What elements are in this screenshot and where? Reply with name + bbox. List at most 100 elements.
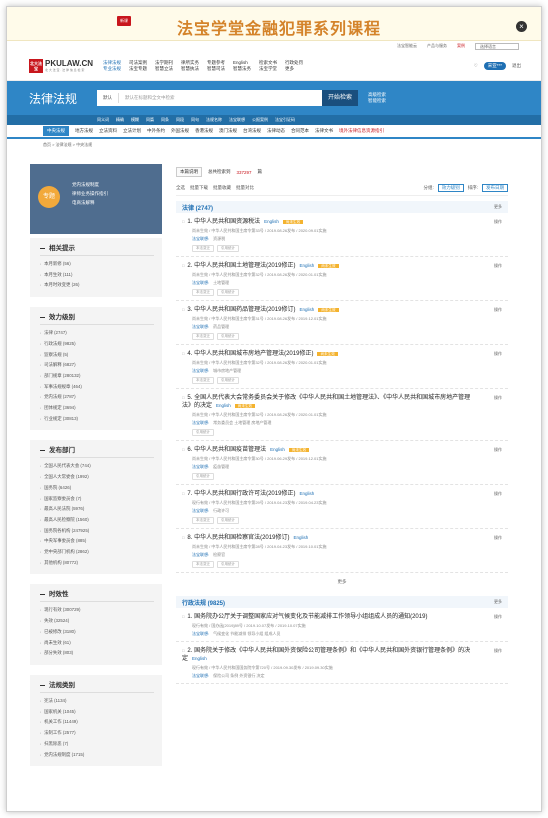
nav-item-laws[interactable]: 法律法规 专业法规 — [103, 60, 121, 72]
group-select[interactable]: 效力级别 — [437, 183, 464, 192]
tab-treaties[interactable]: 中外条约 — [147, 128, 165, 134]
tag-button[interactable]: 引用统计 — [217, 561, 239, 568]
english-link[interactable]: English — [299, 263, 314, 268]
row-ops-menu[interactable]: 操作 — [494, 351, 502, 357]
nav-item-english[interactable]: English 智慧法务 — [233, 60, 251, 72]
nav-item-cases[interactable]: 司法案例 法宝专题 — [129, 60, 147, 72]
smart-search-link[interactable]: 智能检索 — [368, 98, 386, 104]
doc-note-button[interactable]: 本篇说明 — [176, 167, 202, 177]
option-same-para[interactable]: 同段 — [176, 117, 184, 123]
toplink-products[interactable]: 产品与服务 — [427, 43, 447, 49]
tag-button[interactable]: 本法变迁 — [192, 517, 214, 524]
tab-news[interactable]: 法律动态 — [267, 128, 285, 134]
group-more-link[interactable]: 更多 — [494, 599, 502, 605]
row-ops-menu[interactable]: 操作 — [494, 219, 502, 225]
sidebar-item[interactable]: 尚未生效 (61) — [40, 638, 154, 649]
group-title[interactable]: 法律 (2747) — [182, 203, 213, 212]
row-ops-menu[interactable]: 操作 — [494, 307, 502, 313]
sidebar-item[interactable]: 国务院 (6426) — [40, 483, 154, 494]
toplink-cases[interactable]: 案例 — [457, 43, 465, 49]
sidebar-item[interactable]: 团体规定 (3694) — [40, 403, 154, 414]
tab-taiwan[interactable]: 台湾法规 — [243, 128, 261, 134]
language-select[interactable]: 选择语言 — [475, 42, 519, 50]
batch-favorite-button[interactable]: 批量收藏 — [213, 185, 231, 191]
close-icon[interactable]: × — [516, 21, 527, 32]
option-exact[interactable]: 精确 — [116, 117, 124, 123]
sidebar-item[interactable]: 军事法规规章 (464) — [40, 382, 154, 393]
option-same-article[interactable]: 同条 — [161, 117, 169, 123]
option-fuzzy[interactable]: 模糊 — [131, 117, 139, 123]
result-title-link[interactable]: 1. 中华人民共和国资源税法 — [187, 219, 260, 225]
tab-contract[interactable]: 合同范本 — [291, 128, 309, 134]
user-name[interactable]: 宋亚*** — [483, 61, 506, 70]
result-title-link[interactable]: 8. 中华人民共和国检察官法(2019修订) — [187, 535, 289, 541]
sidebar-item[interactable]: 已被修改 (3180) — [40, 627, 154, 638]
sidebar-item[interactable]: 最高人民法院 (5976) — [40, 504, 154, 515]
show-more-button[interactable]: 更多 — [176, 573, 508, 591]
sort-select[interactable]: 发布日期 — [482, 183, 508, 192]
option-same-sentence[interactable]: 同句 — [191, 117, 199, 123]
english-link[interactable]: English — [192, 656, 207, 661]
tag-button[interactable]: 引用统计 — [192, 429, 214, 436]
tab-foreign[interactable]: 外国法规 — [171, 128, 189, 134]
sidebar-item[interactable]: 本月时效变更 (26) — [40, 280, 154, 291]
promo-line[interactable]: 律师业务操作指引 — [72, 189, 108, 198]
sidebar-item[interactable]: 国家监察委员会 (7) — [40, 494, 154, 505]
row-ops-menu[interactable]: 操作 — [494, 447, 502, 453]
link-gazette[interactable]: 公报案例 — [252, 117, 268, 123]
tab-hk[interactable]: 香港法规 — [195, 128, 213, 134]
promo-banner[interactable]: 新课 法宝学堂金融犯罪系列课程 — [7, 7, 541, 41]
nav-item-journals[interactable]: 法学期刊 智慧立法 — [155, 60, 173, 72]
sidebar-item[interactable]: 行业规定 (30813) — [40, 414, 154, 425]
tag-button[interactable]: 引用统计 — [217, 517, 239, 524]
result-title-link[interactable]: 1. 国务院办公厅关于调整国家应对气候变化及节能减排工作领导小组组成人员的通知(… — [187, 614, 427, 620]
sidebar-item[interactable]: 宪法 (1134) — [40, 696, 154, 707]
search-button[interactable]: 开始检索 — [322, 90, 359, 106]
sidebar-item[interactable]: 中央军事委员会 (885) — [40, 536, 154, 547]
nav-item-docs[interactable]: 检索文书 法宝学堂 — [259, 60, 277, 72]
row-ops-menu[interactable]: 操作 — [494, 535, 502, 541]
tab-macau[interactable]: 澳门法规 — [219, 128, 237, 134]
row-ops-menu[interactable]: 操作 — [494, 395, 502, 401]
sidebar-item[interactable]: 本月新修 (56) — [40, 259, 154, 270]
result-title-link[interactable]: 2. 国务院关于修改《中华人民共和国外资保险公司管理条例》和《中华人民共和国外资… — [182, 648, 470, 662]
bell-icon[interactable]: ♡ — [474, 63, 478, 69]
tab-overseas[interactable]: 境外法律信息资源指引 — [339, 128, 384, 134]
promo-card[interactable]: 专题 党内法规制度 律师业务操作指引 电商法解释 — [30, 164, 162, 234]
sidebar-item[interactable]: 现行有效 (300729) — [40, 605, 154, 616]
sidebar-item[interactable]: 法制工作 (2577) — [40, 728, 154, 739]
row-ops-menu[interactable]: 操作 — [494, 263, 502, 269]
tag-button[interactable]: 本法变迁 — [192, 333, 214, 340]
option-same-doc[interactable]: 同篇 — [146, 117, 154, 123]
promo-line[interactable]: 党内法规制度 — [72, 180, 108, 189]
link-law-name[interactable]: 法规名称 — [206, 117, 222, 123]
group-title[interactable]: 行政法规 (9825) — [182, 598, 225, 607]
tag-button[interactable]: 引用统计 — [217, 289, 239, 296]
toplink-cloud[interactable]: 法宝智能云 — [397, 43, 417, 49]
row-ops-menu[interactable]: 操作 — [494, 648, 502, 654]
nav-item-practice[interactable]: 律所实务 智慧执法 — [181, 60, 199, 72]
english-link[interactable]: English — [299, 491, 314, 496]
sidebar-item[interactable]: 失效 (32524) — [40, 616, 154, 627]
sidebar-item[interactable]: 党内法规制度 (1715) — [40, 750, 154, 761]
english-link[interactable]: English — [216, 403, 231, 408]
nav-item-penalty[interactable]: 行政处罚 更多 — [285, 60, 303, 72]
sidebar-item[interactable]: 其他机构 (80772) — [40, 558, 154, 569]
sidebar-item[interactable]: 司法解释 (6827) — [40, 360, 154, 371]
result-title-link[interactable]: 6. 中华人民共和国疫苗管理法 — [187, 447, 266, 453]
result-title-link[interactable]: 3. 中华人民共和国药品管理法(2019修订) — [187, 307, 295, 313]
select-all-checkbox[interactable]: 全选 — [176, 185, 185, 191]
search-input[interactable]: 默认在标题和全文中检索 — [119, 95, 322, 101]
tag-button[interactable]: 本法变迁 — [192, 289, 214, 296]
sidebar-item[interactable]: 党中央部门机构 (2862) — [40, 547, 154, 558]
sidebar-item[interactable]: 部门规章 (280132) — [40, 371, 154, 382]
row-ops-menu[interactable]: 操作 — [494, 491, 502, 497]
tag-button[interactable]: 本法变迁 — [192, 245, 214, 252]
tag-button[interactable]: 引用统计 — [217, 245, 239, 252]
tag-button[interactable]: 引用统计 — [217, 377, 239, 384]
sidebar-item[interactable]: 行政法规 (9825) — [40, 339, 154, 350]
tag-button[interactable]: 引用统计 — [217, 333, 239, 340]
sidebar-item[interactable]: 法律 (2747) — [40, 328, 154, 339]
tab-legislative[interactable]: 立法资料 — [99, 128, 117, 134]
english-link[interactable]: English — [270, 447, 285, 452]
